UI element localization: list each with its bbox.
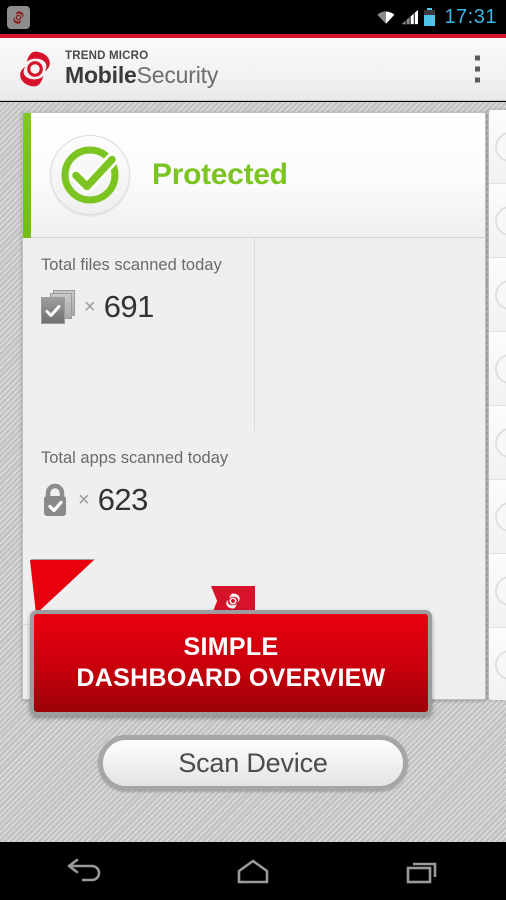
scan-device-label: Scan Device	[178, 747, 328, 778]
feature-icon	[495, 575, 506, 606]
callout-line-1: SIMPLE	[183, 633, 279, 661]
battery-icon	[424, 8, 436, 26]
product-name-bold: Mobile	[65, 62, 137, 89]
feature-icon	[495, 205, 506, 236]
feature-icon	[495, 501, 506, 532]
list-item[interactable]	[489, 110, 506, 184]
list-item[interactable]	[489, 332, 506, 406]
stat-title: Total apps scanned today	[41, 449, 229, 467]
stat-title: Total files scanned today	[41, 256, 222, 274]
protection-status-panel[interactable]: Protected	[23, 113, 485, 238]
callout-pointer	[30, 560, 94, 614]
stat-cell-files[interactable]: Total files scanned today × 691	[23, 238, 255, 431]
stat-value: 623	[97, 482, 149, 517]
next-page-peek[interactable]	[488, 110, 506, 700]
stat-value: 691	[103, 289, 155, 324]
feature-icon	[495, 649, 506, 680]
list-item[interactable]	[489, 554, 506, 628]
app-logo: TREND MICRO MobileSecurity	[14, 49, 218, 89]
home-icon[interactable]	[213, 848, 293, 894]
lock-check-icon	[44, 483, 66, 516]
product-name: MobileSecurity	[65, 64, 218, 87]
protection-status-label: Protected	[152, 158, 288, 191]
status-bar-clock: 17:31	[444, 5, 497, 28]
stat-metric: × 691	[41, 289, 254, 325]
trend-micro-icon	[7, 5, 30, 29]
recent-apps-icon[interactable]	[382, 848, 462, 894]
callout-line-2: DASHBOARD OVERVIEW	[76, 664, 386, 692]
list-item[interactable]	[489, 480, 506, 554]
feature-icon	[495, 353, 506, 384]
stat-times: ×	[78, 488, 90, 511]
list-item[interactable]	[489, 184, 506, 258]
brand-name: TREND MICRO	[65, 49, 149, 62]
stat-times: ×	[84, 295, 96, 318]
wifi-icon	[378, 11, 395, 24]
signal-bars-icon	[402, 9, 419, 25]
product-name-light: Security	[136, 62, 219, 89]
app-header: TREND MICRO MobileSecurity	[0, 38, 506, 101]
trend-micro-logo-icon	[20, 51, 50, 87]
feature-icon	[495, 427, 506, 458]
android-nav-bar	[0, 842, 506, 900]
stat-metric: × 623	[41, 482, 255, 518]
trend-micro-ball-glyph	[13, 10, 24, 24]
files-stack-check-icon	[41, 290, 75, 324]
status-accent-bar	[23, 113, 31, 238]
list-item[interactable]	[489, 406, 506, 480]
list-item[interactable]	[489, 628, 506, 700]
scan-device-button[interactable]: Scan Device	[98, 735, 408, 791]
phone-screen: 17:31 TREND MICRO MobileSecurity Protect…	[0, 0, 506, 900]
callout-banner: SIMPLE DASHBOARD OVERVIEW	[30, 610, 432, 716]
list-item[interactable]	[489, 258, 506, 332]
feature-icon	[495, 131, 506, 162]
feature-icon	[495, 279, 506, 310]
check-circle-icon	[50, 135, 130, 215]
back-arrow-icon[interactable]	[44, 848, 124, 894]
status-bar: 17:31	[0, 0, 506, 34]
overflow-menu-icon[interactable]	[466, 55, 488, 83]
